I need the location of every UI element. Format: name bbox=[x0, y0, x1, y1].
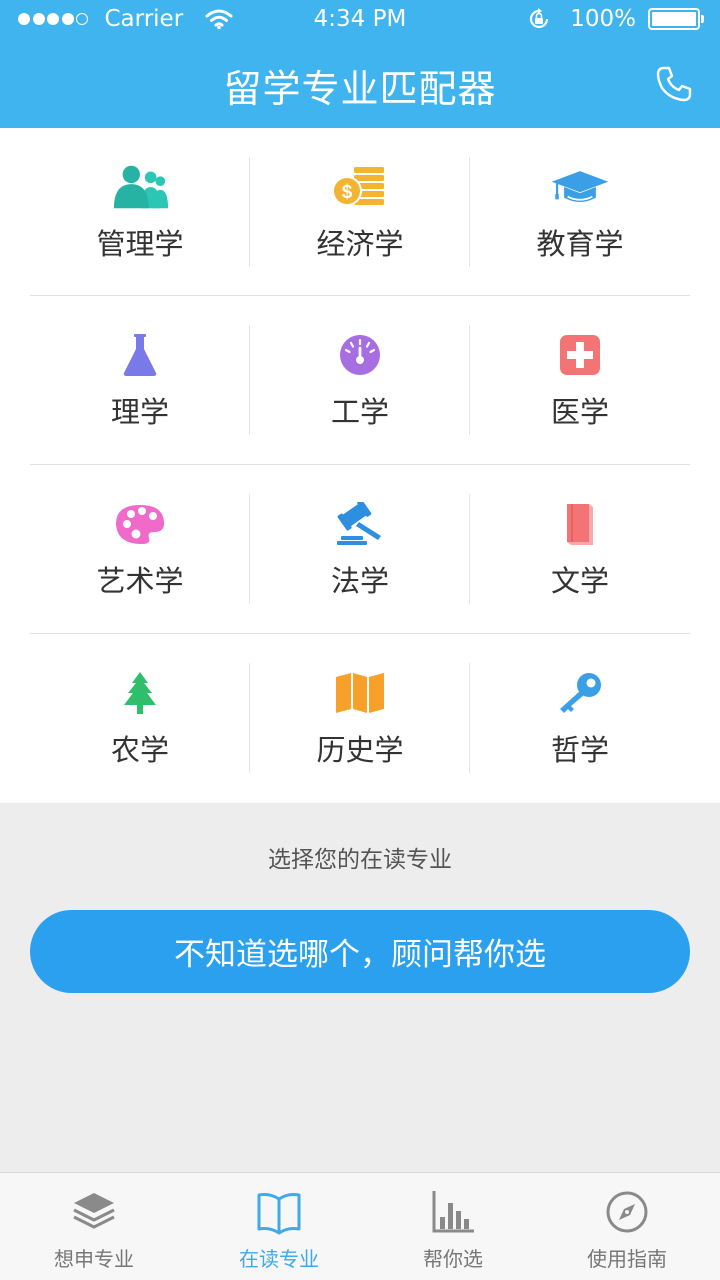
medical-cross-icon bbox=[550, 330, 610, 380]
people-icon bbox=[110, 162, 170, 212]
tab-current-major[interactable]: 在读专业 bbox=[189, 1173, 369, 1280]
layers-icon bbox=[73, 1193, 115, 1229]
major-label: 艺术学 bbox=[96, 564, 184, 598]
major-medicine[interactable]: 医学 bbox=[470, 296, 690, 464]
majors-row: 管理学 $ 经济学 教育学 bbox=[30, 128, 690, 296]
status-right: 100% bbox=[526, 6, 704, 32]
major-label: 经济学 bbox=[316, 227, 404, 261]
tab-intended-major[interactable]: 想申专业 bbox=[4, 1173, 184, 1280]
graduation-cap-icon bbox=[550, 162, 610, 212]
tab-label: 在读专业 bbox=[239, 1247, 319, 1271]
bar-chart-icon bbox=[432, 1191, 474, 1233]
flask-icon bbox=[110, 330, 170, 380]
major-label: 哲学 bbox=[550, 733, 609, 767]
gavel-icon bbox=[330, 499, 390, 549]
tab-bar: 想申专业 在读专业 帮你选 使用指南 bbox=[0, 1172, 720, 1280]
phone-icon[interactable] bbox=[654, 64, 694, 104]
page-title: 留学专业匹配器 bbox=[223, 67, 497, 111]
advisor-help-button[interactable]: 不知道选哪个，顾问帮你选 bbox=[30, 910, 690, 993]
book-icon bbox=[550, 499, 610, 549]
coins-icon: $ bbox=[330, 162, 390, 212]
major-arts[interactable]: 艺术学 bbox=[30, 465, 250, 633]
gauge-icon bbox=[330, 330, 390, 380]
battery-percentage: 100% bbox=[570, 6, 636, 32]
tab-user-guide[interactable]: 使用指南 bbox=[537, 1173, 717, 1280]
majors-grid: 管理学 $ 经济学 教育学 理学 工学 医学 艺术学 法学 文学 农学 历史学 … bbox=[0, 128, 720, 803]
svg-text:$: $ bbox=[342, 182, 353, 203]
palette-icon bbox=[110, 499, 170, 549]
major-label: 法学 bbox=[330, 564, 389, 598]
major-label: 工学 bbox=[330, 395, 389, 429]
tab-help-choose[interactable]: 帮你选 bbox=[363, 1173, 543, 1280]
tab-label: 帮你选 bbox=[423, 1247, 483, 1271]
major-history[interactable]: 历史学 bbox=[250, 634, 470, 802]
majors-row: 艺术学 法学 文学 bbox=[30, 465, 690, 633]
major-economics[interactable]: $ 经济学 bbox=[250, 128, 470, 296]
rotation-lock-icon bbox=[530, 8, 549, 29]
major-label: 管理学 bbox=[96, 227, 184, 261]
open-book-icon bbox=[257, 1193, 301, 1235]
major-label: 医学 bbox=[550, 395, 609, 429]
major-law[interactable]: 法学 bbox=[250, 465, 470, 633]
majors-row: 农学 历史学 哲学 bbox=[30, 634, 690, 802]
battery-icon bbox=[648, 8, 704, 30]
major-engineering[interactable]: 工学 bbox=[250, 296, 470, 464]
major-label: 农学 bbox=[110, 733, 169, 767]
major-label: 历史学 bbox=[316, 733, 404, 767]
tab-label: 使用指南 bbox=[587, 1247, 667, 1271]
compass-icon bbox=[606, 1191, 648, 1233]
tab-label: 想申专业 bbox=[54, 1247, 134, 1271]
major-science[interactable]: 理学 bbox=[30, 296, 250, 464]
app-header: Carrier 4:34 PM 100% 留学专业匹配器 bbox=[0, 0, 720, 128]
major-agriculture[interactable]: 农学 bbox=[30, 634, 250, 802]
major-literature[interactable]: 文学 bbox=[470, 465, 690, 633]
select-major-prompt: 选择您的在读专业 bbox=[268, 847, 452, 873]
map-icon bbox=[330, 668, 390, 718]
major-label: 文学 bbox=[550, 564, 609, 598]
majors-row: 理学 工学 医学 bbox=[30, 296, 690, 464]
major-label: 理学 bbox=[110, 395, 169, 429]
major-label: 教育学 bbox=[536, 227, 624, 261]
key-icon bbox=[550, 668, 610, 718]
tree-icon bbox=[110, 668, 170, 718]
major-education[interactable]: 教育学 bbox=[470, 128, 690, 296]
major-philosophy[interactable]: 哲学 bbox=[470, 634, 690, 802]
major-management[interactable]: 管理学 bbox=[30, 128, 250, 296]
app-screen: Carrier 4:34 PM 100% 留学专业匹配器 管理学 $ 经济学 教… bbox=[0, 0, 720, 1280]
status-bar: Carrier 4:34 PM 100% bbox=[0, 0, 720, 40]
